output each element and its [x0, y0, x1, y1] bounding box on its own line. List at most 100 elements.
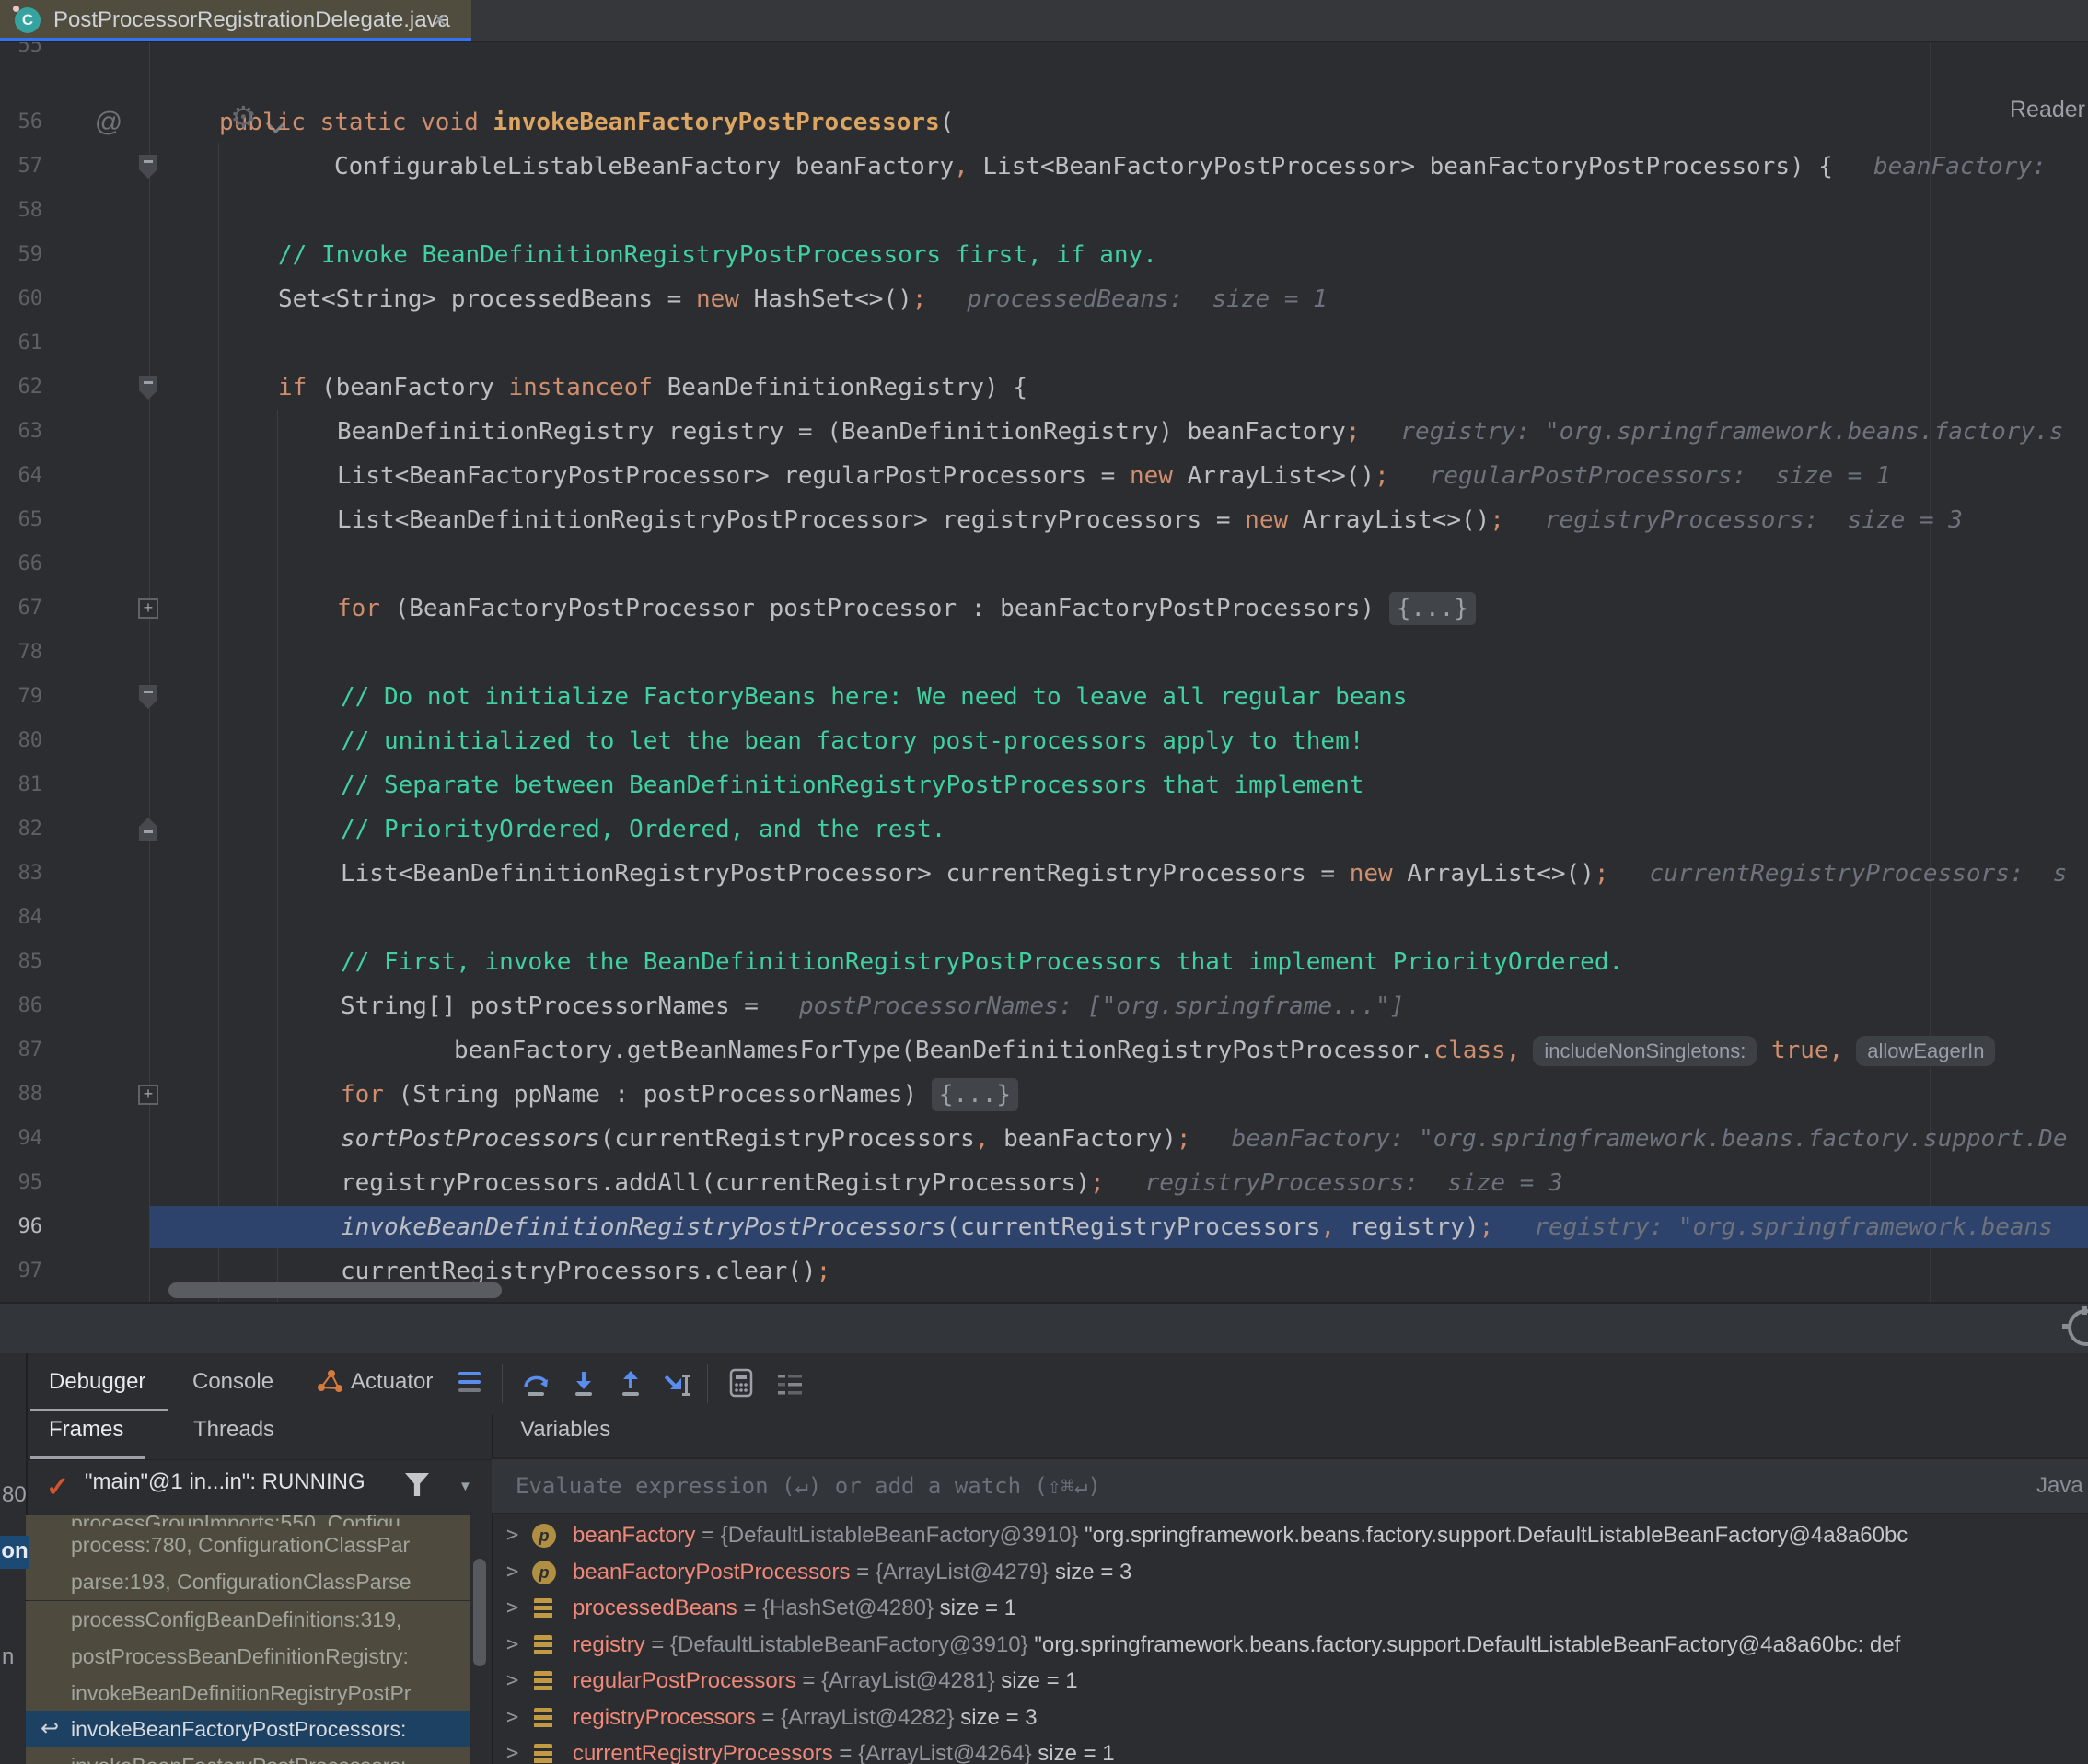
expand-chevron-icon[interactable]: >	[506, 1663, 518, 1699]
line-number[interactable]: 95	[0, 1161, 42, 1205]
line-number[interactable]: 87	[0, 1028, 42, 1073]
variable-row[interactable]: >registryProcessors = {ArrayList@4282} s…	[493, 1700, 2088, 1735]
line-number[interactable]: 84	[0, 896, 42, 940]
local-variable-icon	[534, 1708, 552, 1728]
code-line[interactable]: for (String ppName : postProcessorNames)…	[341, 1073, 1018, 1117]
line-number[interactable]: 96	[0, 1205, 42, 1249]
step-into-icon[interactable]	[569, 1369, 598, 1398]
line-number[interactable]: 58	[0, 189, 42, 233]
expand-chevron-icon[interactable]: >	[506, 1700, 518, 1735]
line-number[interactable]: 85	[0, 940, 42, 984]
code-line[interactable]: // First, invoke the BeanDefinitionRegis…	[341, 940, 1623, 984]
tab-postprocessorregistrationdelegate[interactable]: C PostProcessorRegistrationDelegate.java…	[0, 0, 471, 41]
fold-marker-icon[interactable]	[139, 818, 157, 841]
step-out-icon[interactable]	[616, 1369, 645, 1398]
layout-menu-icon[interactable]	[458, 1372, 481, 1397]
vertical-scrollbar[interactable]	[473, 1559, 486, 1666]
filter-funnel-icon[interactable]	[405, 1473, 429, 1496]
variable-row[interactable]: >pbeanFactory = {DefaultListableBeanFact…	[493, 1517, 2088, 1553]
expand-chevron-icon[interactable]: >	[506, 1735, 518, 1764]
line-number[interactable]: 94	[0, 1117, 42, 1161]
line-number[interactable]: 61	[0, 321, 42, 366]
expand-chevron-icon[interactable]: >	[506, 1517, 518, 1553]
tab-frames[interactable]: Frames	[49, 1401, 123, 1460]
fold-expand-icon[interactable]: +	[138, 1085, 158, 1105]
line-number[interactable]: 80	[0, 719, 42, 763]
code-line[interactable]: public static void invokeBeanFactoryPost…	[219, 100, 954, 145]
line-number[interactable]: 78	[0, 631, 42, 675]
line-number[interactable]: 57	[0, 145, 42, 189]
code-line[interactable]: // PriorityOrdered, Ordered, and the res…	[341, 807, 945, 852]
line-number[interactable]: 82	[0, 807, 42, 852]
stack-frame-row[interactable]: processConfigBeanDefinitions:319,	[26, 1601, 470, 1638]
stack-frame-row[interactable]: invokeBeanFactoryPostProcessors:	[26, 1747, 470, 1764]
line-number[interactable]: 67	[0, 586, 42, 631]
code-line[interactable]: Set<String> processedBeans = new HashSet…	[278, 277, 1328, 321]
line-number[interactable]: 56	[0, 100, 42, 145]
fold-marker-icon[interactable]	[139, 685, 157, 709]
line-number[interactable]: 83	[0, 852, 42, 896]
code-line[interactable]: // Do not initialize FactoryBeans here: …	[341, 675, 1407, 719]
line-number[interactable]: 97	[0, 1249, 42, 1294]
expand-chevron-icon[interactable]: >	[506, 1627, 518, 1663]
expand-chevron-icon[interactable]: >	[506, 1590, 518, 1626]
stack-frame-row[interactable]: parse:193, ConfigurationClassParse	[26, 1563, 470, 1600]
code-line[interactable]: // Invoke BeanDefinitionRegistryPostProc…	[278, 233, 1157, 277]
line-number[interactable]: 59	[0, 233, 42, 277]
fold-marker-icon[interactable]	[139, 155, 157, 179]
thread-selector[interactable]: "main"@1 in...in": RUNNING	[85, 1469, 365, 1495]
line-number[interactable]: 88	[0, 1073, 42, 1117]
stack-frame-row[interactable]: postProcessBeanDefinitionRegistry:	[26, 1638, 470, 1675]
evaluate-expression-input[interactable]: Evaluate expression (↵) or add a watch (…	[492, 1457, 2088, 1514]
code-line[interactable]: List<BeanDefinitionRegistryPostProcessor…	[341, 852, 2067, 896]
code-editor[interactable]: 55 56 @ public static void invokeBeanFactor…	[0, 41, 2088, 1302]
code-line[interactable]: List<BeanFactoryPostProcessor> regularPo…	[337, 454, 1891, 498]
code-line[interactable]: invokeBeanDefinitionRegistryPostProcesso…	[341, 1205, 2053, 1249]
settings-lines-icon[interactable]	[775, 1370, 805, 1399]
stack-frame-row[interactable]: process:780, ConfigurationClassPar	[26, 1526, 470, 1563]
variable-row[interactable]: >pbeanFactoryPostProcessors = {ArrayList…	[493, 1554, 2088, 1590]
inspection-gear-icon[interactable]: ⚙	[230, 102, 257, 132]
line-number[interactable]: 79	[0, 675, 42, 719]
code-line[interactable]: for (BeanFactoryPostProcessor postProces…	[337, 586, 1476, 631]
fold-expand-icon[interactable]: +	[138, 598, 158, 619]
evaluate-expression-icon[interactable]	[726, 1368, 756, 1398]
code-line[interactable]: BeanDefinitionRegistry registry = (BeanD…	[337, 410, 2063, 454]
line-number[interactable]: 60	[0, 277, 42, 321]
code-line[interactable]: sortPostProcessors(currentRegistryProces…	[341, 1117, 2067, 1161]
line-number[interactable]: 64	[0, 454, 42, 498]
variable-row[interactable]: >processedBeans = {HashSet@4280} size = …	[493, 1590, 2088, 1626]
variable-row[interactable]: >regularPostProcessors = {ArrayList@4281…	[493, 1663, 2088, 1699]
line-number[interactable]: 81	[0, 763, 42, 807]
line-number[interactable]: 55	[0, 41, 42, 68]
code-line[interactable]: String[] postProcessorNames =postProcess…	[341, 984, 1404, 1028]
code-token: for	[337, 595, 395, 622]
variable-reference: {DefaultListableBeanFactory@3910}	[670, 1632, 1034, 1657]
code-line[interactable]: // Separate between BeanDefinitionRegist…	[341, 763, 1363, 807]
code-line[interactable]: if (beanFactory instanceof BeanDefinitio…	[278, 366, 1027, 410]
tab-threads[interactable]: Threads	[193, 1401, 274, 1460]
variable-row[interactable]: >registry = {DefaultListableBeanFactory@…	[493, 1627, 2088, 1663]
step-over-icon[interactable]	[521, 1369, 551, 1398]
code-line[interactable]: ConfigurableListableBeanFactory beanFact…	[334, 145, 2047, 189]
close-icon[interactable]: ×	[433, 0, 447, 41]
line-number[interactable]: 86	[0, 984, 42, 1028]
line-number[interactable]: 63	[0, 410, 42, 454]
tab-actuator[interactable]: Actuator	[351, 1353, 433, 1412]
line-number[interactable]: 62	[0, 366, 42, 410]
code-line[interactable]: beanFactory.getBeanNamesForType(BeanDefi…	[454, 1028, 1995, 1073]
line-number[interactable]: 66	[0, 542, 42, 586]
expand-chevron-icon[interactable]: >	[506, 1554, 518, 1590]
run-to-cursor-icon[interactable]	[665, 1369, 694, 1398]
code-line[interactable]: // uninitialized to let the bean factory…	[341, 719, 1363, 763]
annotation-gutter-icon[interactable]: @	[88, 100, 129, 145]
line-number[interactable]: 65	[0, 498, 42, 542]
horizontal-scrollbar[interactable]	[168, 1282, 502, 1298]
stack-frame-row[interactable]: ↩invokeBeanFactoryPostProcessors:	[26, 1711, 470, 1747]
fold-marker-icon[interactable]	[139, 376, 157, 400]
code-line[interactable]: registryProcessors.addAll(currentRegistr…	[341, 1161, 1563, 1205]
stack-frame-row[interactable]: invokeBeanDefinitionRegistryPostPr	[26, 1675, 470, 1712]
chevron-down-icon[interactable]: ▼	[458, 1479, 472, 1494]
code-line[interactable]: List<BeanDefinitionRegistryPostProcessor…	[337, 498, 1963, 542]
variable-row[interactable]: >currentRegistryProcessors = {ArrayList@…	[493, 1735, 2088, 1764]
